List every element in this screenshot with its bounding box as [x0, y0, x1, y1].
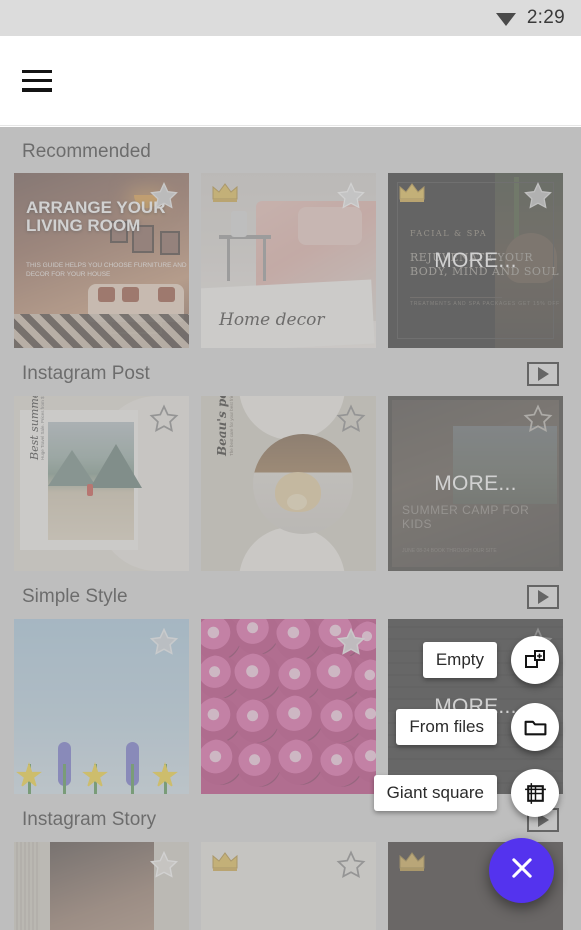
hamburger-menu-icon[interactable]	[22, 69, 52, 92]
favorite-star-icon[interactable]	[336, 404, 366, 434]
favorite-star-icon[interactable]	[149, 181, 179, 211]
card-story-craft[interactable]	[14, 842, 189, 930]
card-title: Home decor	[219, 310, 325, 330]
fab-action-label[interactable]: Giant square	[373, 775, 497, 811]
folder-icon[interactable]	[511, 703, 559, 751]
card-best-summer-ever[interactable]: Best summer ever Huge Travel Sale. Price…	[14, 396, 189, 571]
premium-crown-icon	[398, 181, 428, 205]
card-subtitle: The best care for your best friend	[229, 396, 234, 456]
card-summer-camp-for-kids[interactable]: SUMMER CAMP FOR KIDS JUNE 08-24 BOOK THR…	[388, 396, 563, 571]
app-bar	[0, 36, 581, 126]
more-overlay-label: MORE...	[434, 471, 517, 495]
card-subtitle: THIS GUIDE HELPS YOU CHOOSE FURNITURE AN…	[26, 262, 187, 278]
wifi-icon	[495, 9, 517, 27]
premium-crown-icon	[398, 850, 428, 874]
section-header-instagram-post: Instagram Post	[0, 348, 581, 396]
card-story-plain[interactable]	[201, 842, 376, 930]
fab-action-label[interactable]: From files	[396, 709, 497, 745]
section-title: Simple Style	[22, 586, 128, 607]
close-icon	[508, 854, 536, 887]
more-overlay-label: MORE...	[434, 248, 517, 272]
favorite-star-icon[interactable]	[336, 181, 366, 211]
favorite-star-icon[interactable]	[523, 404, 553, 434]
card-row-recommended[interactable]: ARRANGE YOUR LIVING ROOM THIS GUIDE HELP…	[0, 173, 581, 348]
card-home-decor[interactable]: Home decor	[201, 173, 376, 348]
fab-close-button[interactable]	[489, 838, 554, 903]
section-title: Recommended	[22, 141, 151, 162]
favorite-star-icon[interactable]	[149, 404, 179, 434]
section-title: Instagram Story	[22, 809, 157, 830]
favorite-star-icon[interactable]	[523, 181, 553, 211]
fab-action-from-files[interactable]: From files	[396, 703, 559, 751]
card-pink-roses[interactable]	[201, 619, 376, 794]
favorite-star-icon[interactable]	[149, 850, 179, 880]
card-subtitle: Huge Travel Sale. Prices from $149.	[40, 396, 45, 460]
add-blank-icon[interactable]	[511, 636, 559, 684]
fab-action-giant-square[interactable]: Giant square	[373, 769, 559, 817]
card-beaus-pet-hotel[interactable]: Beau's pet hotel The best care for your …	[201, 396, 376, 571]
card-spring-flowers[interactable]	[14, 619, 189, 794]
section-header-simple-style: Simple Style	[0, 571, 581, 619]
app-screen: 2:29 Recommended ARRANGE YOUR LIVING ROO…	[0, 0, 581, 930]
favorite-star-icon[interactable]	[336, 850, 366, 880]
status-bar-clock: 2:29	[526, 7, 565, 28]
premium-crown-icon	[211, 181, 241, 205]
fab-action-empty[interactable]: Empty	[422, 636, 559, 684]
section-more-play-icon[interactable]	[527, 585, 559, 609]
premium-crown-icon	[211, 850, 241, 874]
section-more-play-icon[interactable]	[527, 362, 559, 386]
card-arrange-your-living-room[interactable]: ARRANGE YOUR LIVING ROOM THIS GUIDE HELP…	[14, 173, 189, 348]
card-title: Beau's pet hotel	[215, 396, 229, 456]
card-facial-and-spa[interactable]: FACIAL & SPA REJUVENATE YOUR BODY, MIND …	[388, 173, 563, 348]
fab-action-label[interactable]: Empty	[422, 642, 497, 678]
card-row-instagram-post[interactable]: Best summer ever Huge Travel Sale. Price…	[0, 396, 581, 571]
section-header-recommended: Recommended	[0, 127, 581, 173]
favorite-star-icon[interactable]	[336, 627, 366, 657]
status-bar: 2:29	[0, 0, 581, 36]
section-title: Instagram Post	[22, 363, 150, 384]
giant-square-icon[interactable]	[511, 769, 559, 817]
favorite-star-icon[interactable]	[149, 627, 179, 657]
